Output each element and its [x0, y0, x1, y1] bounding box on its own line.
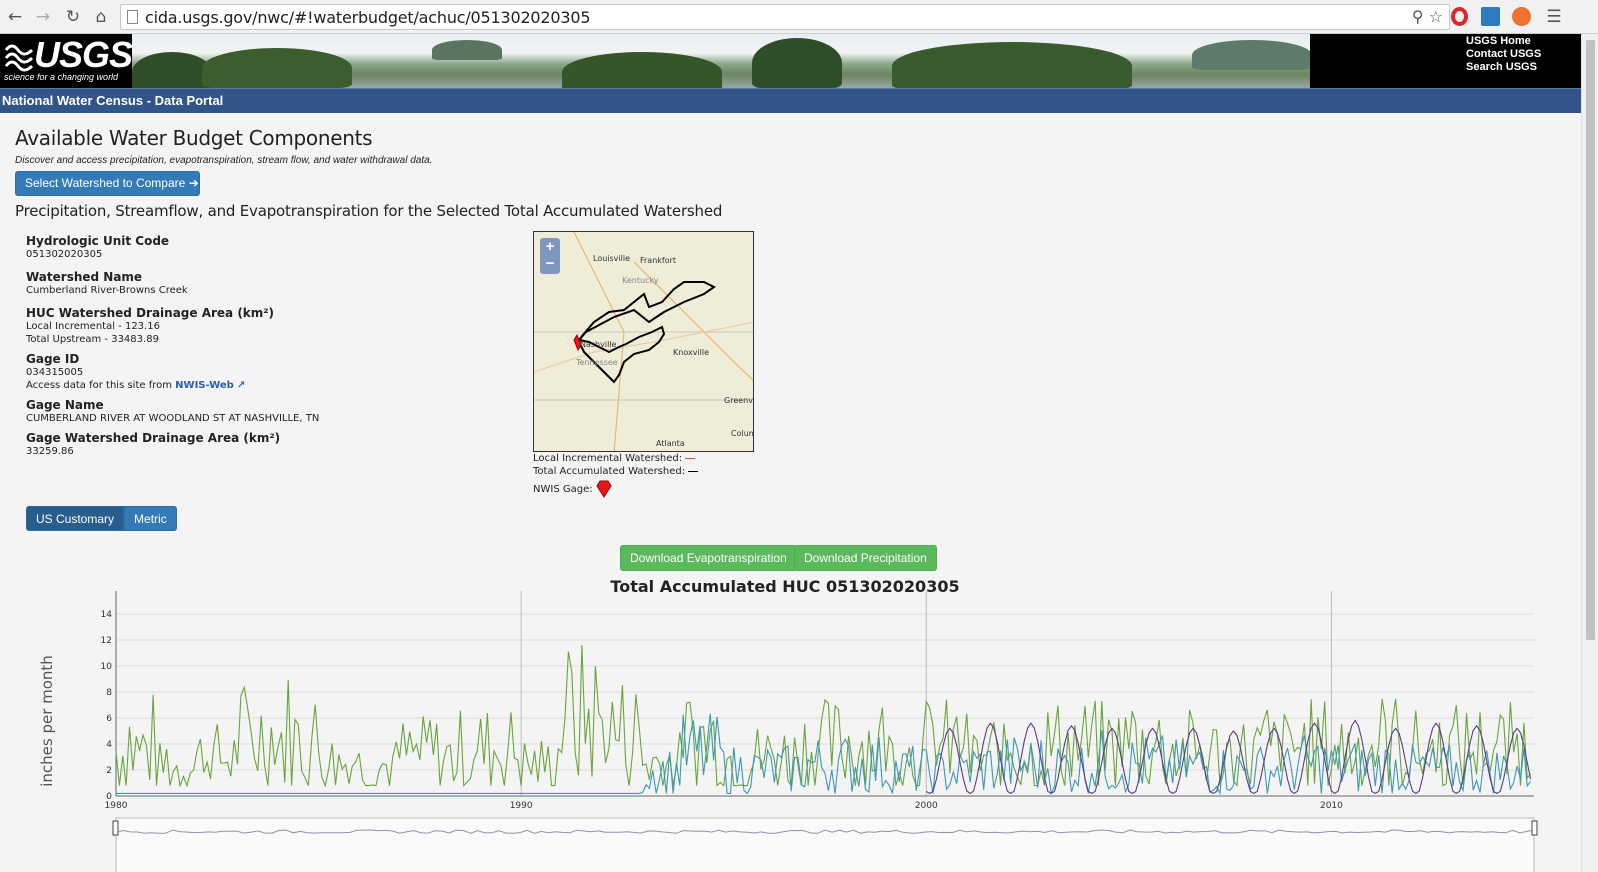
map-label-nashville: Nashville	[580, 340, 617, 349]
usgs-header: USGS science for a changing world USGS H…	[0, 34, 1581, 88]
contact-usgs-link[interactable]: Contact USGS	[1466, 48, 1541, 61]
map-basemap	[534, 232, 753, 451]
page-icon	[127, 10, 138, 24]
range-selector	[115, 817, 1535, 872]
y-tick-label: 2	[106, 766, 112, 776]
vertical-scrollbar[interactable]	[1581, 34, 1598, 872]
map-label-tennessee: Tennessee	[576, 358, 618, 367]
total-upstream-value: Total Upstream - 33483.89	[26, 334, 159, 345]
map-label-kentucky: Kentucky	[622, 276, 659, 285]
watershed-info: Hydrologic Unit Code 051302020305 Waters…	[26, 231, 506, 458]
local-incremental-value: Local Incremental - 123.16	[26, 321, 160, 332]
zoom-in-button[interactable]: +	[540, 238, 560, 255]
search-usgs-link[interactable]: Search USGS	[1466, 61, 1541, 74]
x-tick-label: 1990	[510, 801, 533, 811]
legend-total: Total Accumulated Watershed:	[533, 465, 699, 478]
x-tick-label: 2010	[1320, 801, 1343, 811]
gage-id-label: Gage ID	[26, 352, 80, 366]
map-label-louisville: Louisville	[593, 254, 630, 263]
watershed-map[interactable]: + − Louisville Frankfort Kentucky Nashvi…	[533, 231, 754, 452]
portal-title[interactable]: National Water Census - Data Portal	[2, 93, 223, 108]
us-customary-button[interactable]: US Customary	[26, 506, 125, 531]
gage-drainage-value: 33259.86	[26, 446, 74, 457]
gage-id-value: 034315005	[26, 367, 84, 378]
forward-arrow-icon[interactable]: →	[32, 6, 54, 28]
page-title: Available Water Budget Components	[15, 126, 373, 150]
external-link-icon: ↗	[237, 380, 246, 391]
portal-title-bar: National Water Census - Data Portal	[0, 88, 1581, 113]
download-precipitation-button[interactable]: Download Precipitation	[794, 545, 937, 571]
usgs-home-link[interactable]: USGS Home	[1466, 35, 1541, 48]
zoom-out-button[interactable]: −	[540, 255, 560, 272]
page-subtitle: Discover and access precipitation, evapo…	[15, 155, 433, 166]
map-label-knoxville: Knoxville	[673, 348, 710, 357]
map-label-columbia: Colum	[731, 429, 753, 438]
x-tick-label: 2000	[915, 801, 938, 811]
legend-local: Local Incremental Watershed:	[533, 452, 698, 465]
back-arrow-icon[interactable]: ←	[4, 6, 26, 28]
opera-icon[interactable]	[1451, 7, 1468, 26]
download-evapotranspiration-button[interactable]: Download Evapotranspiration	[620, 545, 797, 571]
browser-toolbar: ← → ↻ ⌂ cida.usgs.gov/nwc/#!waterbudget/…	[0, 0, 1598, 34]
map-label-atlanta: Atlanta	[656, 439, 685, 448]
url-text[interactable]: cida.usgs.gov/nwc/#!waterbudget/achuc/05…	[145, 8, 591, 27]
range-handle-right	[1531, 820, 1538, 836]
scrollbar-thumb[interactable]	[1586, 40, 1595, 640]
address-bar[interactable]: cida.usgs.gov/nwc/#!waterbudget/achuc/05…	[120, 4, 1450, 30]
legend-total-swatch	[688, 470, 699, 472]
usgs-links: USGS Home Contact USGS Search USGS	[1466, 35, 1541, 74]
logo-text: USGS	[34, 34, 133, 75]
nwis-gage-icon	[596, 480, 612, 498]
menu-icon[interactable]: ☰	[1543, 6, 1565, 28]
gage-name-label: Gage Name	[26, 398, 104, 412]
metric-button[interactable]: Metric	[124, 506, 177, 531]
extension-compass-icon[interactable]	[1512, 7, 1531, 26]
huc-value: 051302020305	[26, 249, 103, 260]
usgs-logo[interactable]: USGS science for a changing world	[0, 34, 133, 88]
y-tick-label: 14	[101, 610, 113, 620]
nwis-access-text: Access data for this site from NWIS-Web …	[26, 380, 246, 391]
map-legend: Local Incremental Watershed: Total Accum…	[533, 452, 699, 498]
gage-drainage-label: Gage Watershed Drainage Area (km²)	[26, 431, 281, 445]
star-icon[interactable]: ☆	[1429, 7, 1443, 26]
main-content: Available Water Budget Components Discov…	[0, 113, 1581, 872]
gage-name-value: CUMBERLAND RIVER AT WOODLAND ST AT NASHV…	[26, 413, 320, 424]
legend-local-swatch	[685, 457, 696, 459]
unit-toggle: US Customary Metric	[26, 506, 177, 531]
y-tick-label: 10	[101, 662, 113, 672]
x-tick-label: 1980	[105, 801, 128, 811]
logo-tagline: science for a changing world	[4, 72, 119, 82]
range-handle-left	[112, 820, 119, 836]
usgs-wave-icon	[4, 44, 34, 72]
watershed-name-label: Watershed Name	[26, 270, 143, 284]
reload-icon[interactable]: ↻	[62, 6, 84, 28]
map-label-greenville: Greenvi	[724, 396, 754, 405]
water-budget-chart[interactable]: 024681012141980 1990 2000 2010inches per mo…	[0, 591, 1581, 872]
y-axis-label: inches per month	[38, 655, 56, 787]
y-tick-label: 4	[106, 740, 112, 750]
huc-label: Hydrologic Unit Code	[26, 234, 170, 248]
select-watershed-compare-button[interactable]: Select Watershed to Compare ➔	[15, 171, 200, 196]
extension-icon[interactable]	[1481, 7, 1500, 26]
watershed-name-value: Cumberland River-Browns Creek	[26, 285, 188, 296]
zoom-icon[interactable]: ⚲	[1412, 7, 1424, 26]
drainage-area-label: HUC Watershed Drainage Area (km²)	[26, 306, 275, 320]
y-tick-label: 6	[106, 714, 112, 724]
legend-gage: NWIS Gage:	[533, 480, 698, 498]
header-banner-image	[132, 34, 1310, 88]
map-label-frankfort: Frankfort	[640, 256, 677, 265]
series-line	[926, 719, 1532, 795]
section-title: Precipitation, Streamflow, and Evapotran…	[15, 202, 723, 220]
home-icon[interactable]: ⌂	[90, 6, 112, 28]
map-zoom-control: + −	[540, 238, 560, 274]
nwis-web-link[interactable]: NWIS-Web	[175, 380, 234, 391]
y-tick-label: 12	[101, 636, 112, 646]
y-tick-label: 8	[106, 688, 112, 698]
